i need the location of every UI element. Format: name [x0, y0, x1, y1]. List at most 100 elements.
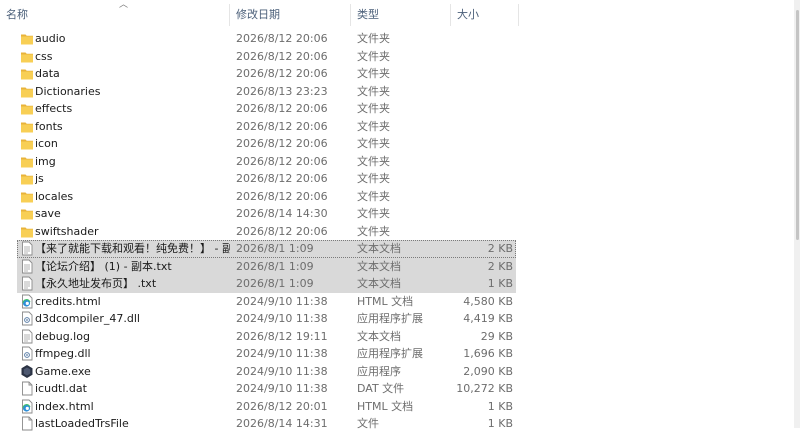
- file-type: 文本文档: [357, 329, 401, 343]
- file-modified-date: 2026/8/14 14:31: [236, 417, 328, 430]
- file-type: 文件: [357, 417, 379, 430]
- folder-icon: [20, 206, 34, 221]
- folder-icon: [20, 171, 34, 186]
- file-row[interactable]: Game.exe 2024/9/10 11:38 应用程序 2,090 KB: [17, 363, 516, 381]
- file-row[interactable]: 【论坛介绍】 (1) - 副本.txt 2026/8/1 1:09 文本文档 2 KB: [17, 257, 516, 275]
- file-type: 文件夹: [357, 207, 390, 220]
- file-row[interactable]: js 2026/8/12 20:06 文件夹: [17, 170, 516, 188]
- scrollbar-thumb[interactable]: [796, 10, 799, 240]
- file-type: 应用程序扩展: [357, 347, 423, 360]
- file-name: credits.html: [35, 294, 101, 308]
- file-size: [447, 135, 513, 153]
- file-modified-date: 2026/8/12 20:01: [236, 399, 328, 413]
- file-type: 文件夹: [357, 49, 390, 63]
- file-name: lastLoadedTrsFile: [35, 417, 129, 430]
- folder-icon: [20, 84, 34, 99]
- file-row[interactable]: effects 2026/8/12 20:06 文件夹: [17, 100, 516, 118]
- column-divider[interactable]: [518, 4, 519, 26]
- text-file-icon: [20, 276, 34, 291]
- file-name: Dictionaries: [35, 84, 101, 98]
- file-modified-date: 2026/8/12 20:06: [236, 189, 328, 203]
- file-name: index.html: [35, 399, 94, 413]
- folder-icon: [20, 136, 34, 151]
- file-row[interactable]: 【永久地址发布页】 .txt 2026/8/1 1:09 文本文档 1 KB: [17, 275, 516, 293]
- file-type: 文件夹: [357, 224, 390, 238]
- file-type: 文件夹: [357, 154, 390, 168]
- file-row[interactable]: save 2026/8/14 14:30 文件夹: [17, 205, 516, 223]
- column-divider[interactable]: [450, 4, 451, 26]
- folder-icon: [20, 119, 34, 134]
- dll-file-icon: [20, 311, 34, 326]
- file-row[interactable]: ffmpeg.dll 2024/9/10 11:38 应用程序扩展 1,696 KB: [17, 345, 516, 363]
- file-name: icon: [35, 137, 58, 150]
- file-modified-date: 2026/8/12 20:06: [236, 154, 328, 168]
- file-name: locales: [35, 189, 74, 203]
- file-size: 1 KB: [487, 417, 513, 430]
- file-type: 文件夹: [357, 172, 390, 185]
- game-exe-icon: [20, 364, 34, 379]
- file-modified-date: 2026/8/1 1:09: [236, 259, 314, 273]
- file-modified-date: 2026/8/12 20:06: [236, 172, 328, 185]
- dll-file-icon: [20, 346, 34, 361]
- file-name: audio: [35, 32, 66, 45]
- file-name: fonts: [35, 119, 63, 133]
- edge-html-icon: [20, 294, 34, 309]
- file-name: data: [35, 67, 60, 80]
- column-header-type[interactable]: 类型: [357, 0, 447, 28]
- file-type: 文件夹: [357, 67, 390, 80]
- file-size: 2 KB: [487, 242, 513, 255]
- file-row[interactable]: icon 2026/8/12 20:06 文件夹: [17, 135, 516, 153]
- file-row[interactable]: 【来了就能下载和观看！纯免费！】 - 副... 2026/8/1 1:09 文本文档…: [17, 240, 516, 258]
- file-size: 1 KB: [487, 399, 513, 413]
- file-size: [447, 48, 513, 66]
- file-row[interactable]: d3dcompiler_47.dll 2024/9/10 11:38 应用程序扩展 4…: [17, 310, 516, 328]
- file-row[interactable]: credits.html 2024/9/10 11:38 HTML 文档 4,580 …: [17, 293, 516, 311]
- column-header-date[interactable]: 修改日期: [236, 0, 346, 28]
- file-type: 文件夹: [357, 189, 390, 203]
- file-type: 文件夹: [357, 102, 390, 115]
- file-name: d3dcompiler_47.dll: [35, 312, 140, 325]
- column-header-bar: ︿ 名称 修改日期 类型 大小: [0, 0, 800, 28]
- file-modified-date: 2026/8/14 14:30: [236, 207, 328, 220]
- file-row[interactable]: Dictionaries 2026/8/13 23:23 文件夹: [17, 83, 516, 101]
- vertical-scrollbar[interactable]: [794, 0, 800, 428]
- file-row[interactable]: swiftshader 2026/8/12 20:06 文件夹: [17, 223, 516, 241]
- file-name: save: [35, 207, 61, 220]
- file-name: 【永久地址发布页】 .txt: [35, 277, 157, 290]
- file-type: 应用程序扩展: [357, 312, 423, 325]
- file-row[interactable]: index.html 2026/8/12 20:01 HTML 文档 1 KB: [17, 398, 516, 416]
- file-row[interactable]: debug.log 2026/8/12 19:11 文本文档 29 KB: [17, 328, 516, 346]
- edge-html-icon: [20, 399, 34, 414]
- file-size: [447, 205, 513, 223]
- column-divider[interactable]: [229, 4, 230, 26]
- file-size: 10,272 KB: [456, 382, 513, 395]
- column-header-size[interactable]: 大小: [457, 0, 517, 28]
- file-name: js: [35, 172, 44, 185]
- blank-file-icon: [20, 416, 34, 431]
- file-modified-date: 2024/9/10 11:38: [236, 364, 328, 378]
- file-size: 1,696 KB: [463, 347, 513, 360]
- file-modified-date: 2026/8/12 20:06: [236, 137, 328, 150]
- file-row[interactable]: data 2026/8/12 20:06 文件夹: [17, 65, 516, 83]
- file-type: 文件夹: [357, 32, 390, 45]
- file-size: [447, 188, 513, 206]
- file-row[interactable]: locales 2026/8/12 20:06 文件夹: [17, 188, 516, 206]
- file-modified-date: 2026/8/1 1:09: [236, 242, 314, 255]
- file-row[interactable]: lastLoadedTrsFile 2026/8/14 14:31 文件 1 KB: [17, 415, 516, 433]
- file-name: debug.log: [35, 329, 90, 343]
- file-row[interactable]: fonts 2026/8/12 20:06 文件夹: [17, 118, 516, 136]
- file-row[interactable]: css 2026/8/12 20:06 文件夹: [17, 48, 516, 66]
- file-modified-date: 2026/8/12 20:06: [236, 32, 328, 45]
- folder-icon: [20, 31, 34, 46]
- file-size: 4,580 KB: [463, 294, 513, 308]
- file-row[interactable]: img 2026/8/12 20:06 文件夹: [17, 153, 516, 171]
- column-divider[interactable]: [350, 4, 351, 26]
- file-size: 29 KB: [480, 329, 513, 343]
- file-name: icudtl.dat: [35, 382, 87, 395]
- folder-icon: [20, 101, 34, 116]
- file-type: 文本文档: [357, 242, 401, 255]
- file-row[interactable]: icudtl.dat 2024/9/10 11:38 DAT 文件 10,272 KB: [17, 380, 516, 398]
- folder-icon: [20, 49, 34, 64]
- file-row[interactable]: audio 2026/8/12 20:06 文件夹: [17, 30, 516, 48]
- column-header-name[interactable]: 名称: [6, 0, 226, 28]
